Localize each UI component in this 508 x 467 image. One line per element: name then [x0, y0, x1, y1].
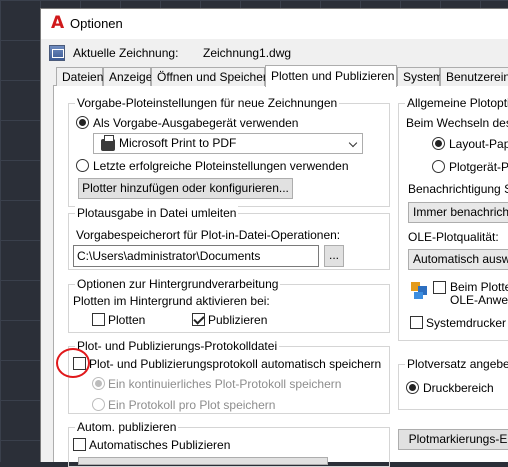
window-title: Optionen	[70, 16, 123, 31]
hide-system-printers-checkbox[interactable]	[410, 316, 423, 329]
tab-display[interactable]: Anzeige	[103, 67, 152, 86]
tab-system[interactable]: System	[397, 67, 443, 86]
ole-quality-label: OLE-Plotqualität:	[408, 230, 499, 244]
on-change-device-label: Beim Wechseln des P	[406, 116, 508, 130]
current-drawing-label: Aktuelle Zeichnung:	[73, 46, 179, 60]
auto-save-log-label: Plot- und Publizierungsprotokoll automat…	[89, 357, 382, 371]
use-device-paper-radio[interactable]	[432, 160, 445, 173]
system-notification-dropdown[interactable]: Immer benachrichtig	[408, 202, 508, 223]
background-publish-label: Publizieren	[208, 313, 268, 327]
last-settings-radio[interactable]	[76, 159, 89, 172]
plot-stamp-settings-button[interactable]: Plotmarkierungs-E	[398, 429, 508, 450]
auto-publish-label: Automatisches Publizieren	[89, 438, 231, 452]
default-device-radio[interactable]	[76, 116, 89, 129]
auto-publish-checkbox[interactable]	[73, 438, 86, 451]
background-publish-checkbox[interactable]	[192, 313, 205, 326]
continuous-log-radio[interactable]	[92, 377, 105, 390]
last-settings-label: Letzte erfolgreiche Ploteinstellungen ve…	[93, 159, 349, 173]
background-enable-label: Plotten im Hintergrund aktivieren bei:	[73, 294, 270, 308]
plot-offset-legend: Plotversatz angeben r	[405, 357, 508, 371]
tab-user-preferences[interactable]: Benutzereinstell	[440, 67, 508, 86]
keep-layout-paper-label: Layout-Papie	[449, 137, 508, 151]
beim-plotten-label: Beim Plotten	[450, 280, 508, 294]
per-plot-log-label: Ein Protokoll pro Plot speichern	[108, 398, 276, 412]
print-area-label: Druckbereich	[423, 381, 494, 395]
drawing-file-icon	[49, 45, 65, 61]
background-plot-checkbox[interactable]	[92, 313, 105, 326]
use-ole-app-checkbox[interactable]	[433, 281, 446, 294]
ole-quality-dropdown[interactable]: Automatisch auswäh	[408, 249, 508, 270]
plot-to-file-legend: Plotausgabe in Datei umleiten	[75, 206, 239, 220]
autocad-logo-icon: A	[51, 13, 65, 33]
current-drawing-name: Zeichnung1.dwg	[203, 46, 292, 60]
plot-to-file-path-input[interactable]: C:\Users\administrator\Documents	[73, 245, 319, 267]
tab-open-save[interactable]: Öffnen und Speichern	[151, 67, 274, 86]
system-notification-value: Immer benachrichtig	[413, 205, 508, 219]
use-device-paper-label: Plotgerät-Pap	[449, 160, 508, 174]
browse-button[interactable]: ...	[324, 245, 344, 267]
ole-quality-value: Automatisch auswäh	[413, 252, 508, 266]
auto-publish-legend: Autom. publizieren	[75, 420, 179, 434]
red-highlight-circle	[56, 348, 90, 378]
background-processing-legend: Optionen zur Hintergrundverarbeitung	[75, 277, 281, 291]
output-device-dropdown[interactable]: Microsoft Print to PDF	[93, 133, 363, 154]
ole-apps-label: OLE-Anwend	[450, 293, 508, 307]
keep-layout-paper-radio[interactable]	[432, 137, 445, 150]
tab-plot-publish[interactable]: Plotten und Publizieren	[265, 65, 397, 87]
continuous-log-label: Ein kontinuierliches Plot-Protokoll spei…	[108, 377, 342, 391]
default-device-label: Als Vorgabe-Ausgabegerät verwenden	[93, 116, 299, 130]
default-plot-settings-legend: Vorgabe-Ploteinstellungen für neue Zeich…	[75, 96, 340, 110]
auto-publish-settings-button[interactable]	[78, 457, 328, 465]
per-plot-log-radio[interactable]	[92, 398, 105, 411]
output-device-value: Microsoft Print to PDF	[119, 136, 237, 150]
general-plot-options-legend: Allgemeine Plotoption	[405, 96, 508, 110]
chevron-down-icon	[348, 138, 358, 148]
printer-icon	[101, 135, 115, 151]
plot-to-file-location-label: Vorgabespeicherort für Plot-in-Datei-Ope…	[76, 228, 341, 242]
log-file-legend: Plot- und Publizierungs-Protokolldatei	[75, 339, 280, 353]
tab-strip: Dateien Anzeige Öffnen und Speichern Plo…	[53, 65, 508, 87]
background-plot-label: Plotten	[108, 313, 146, 327]
tab-files[interactable]: Dateien	[56, 67, 103, 86]
hide-system-printers-label: Systemdrucker au	[426, 316, 508, 330]
system-notification-label: Benachrichtigung Sys	[408, 182, 508, 196]
ole-plot-icon	[411, 282, 427, 300]
title-bar: A Optionen	[41, 9, 508, 39]
add-plotter-button[interactable]: Plotter hinzufügen oder konfigurieren...	[78, 178, 293, 199]
print-area-radio[interactable]	[406, 381, 419, 394]
